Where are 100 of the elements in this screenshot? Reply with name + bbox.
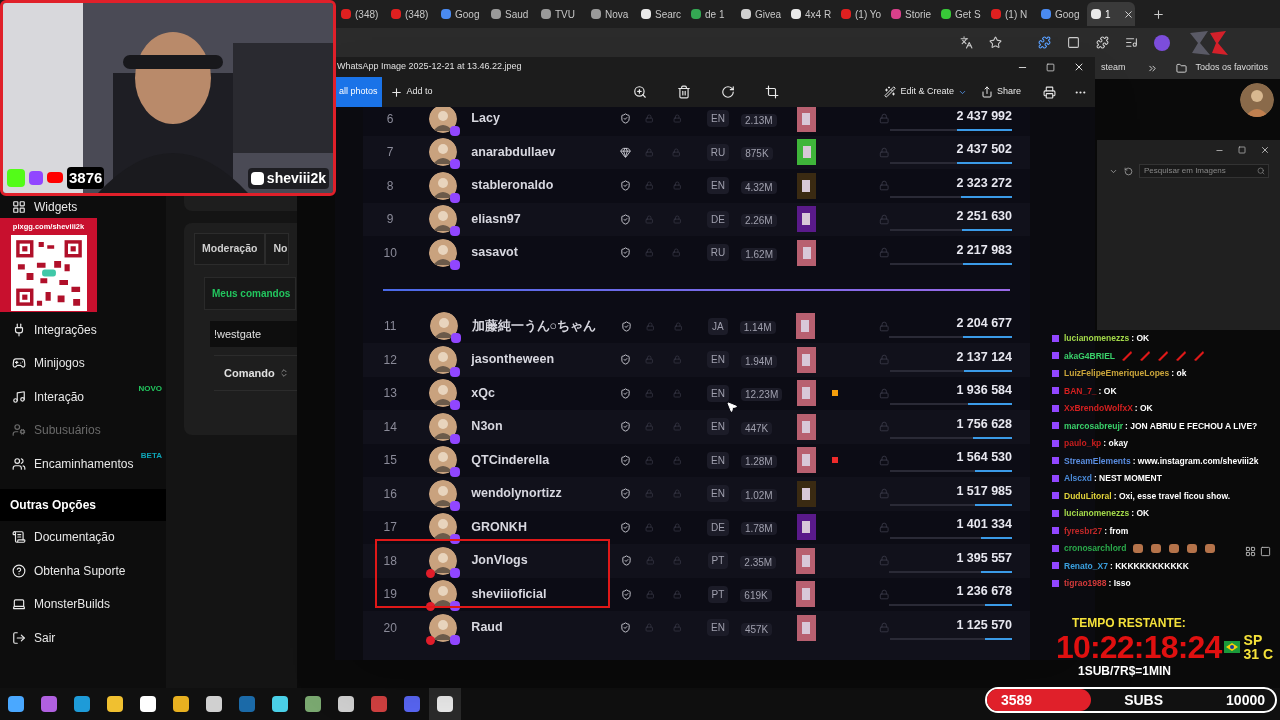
close-icon[interactable] (1073, 61, 1085, 73)
browser-tab[interactable]: Goog (437, 2, 485, 26)
twitch-badge-icon (450, 226, 461, 237)
follower-count: 2.13M (740, 113, 777, 127)
delete-icon[interactable] (676, 85, 691, 99)
sidebar-item[interactable]: MonsterBuilds (0, 587, 166, 621)
browser-tab[interactable]: Goog (1037, 2, 1085, 26)
score-value: 2 217 983 (956, 241, 1012, 259)
browser-tab[interactable]: Nova (587, 2, 635, 26)
browser-tab[interactable]: Givea (737, 2, 785, 26)
panel-tab[interactable]: No (265, 233, 290, 265)
media-icon[interactable] (1125, 36, 1138, 49)
sort-icon[interactable] (278, 368, 289, 378)
edit-create-button[interactable]: Edit & Create (884, 85, 967, 99)
crop-icon[interactable] (764, 85, 779, 99)
sidebar-item[interactable]: Integrações (0, 313, 166, 347)
close-icon[interactable] (1123, 8, 1134, 20)
language-tag: EN (707, 384, 729, 402)
lock-icon (645, 181, 654, 191)
add-to-button[interactable]: Add to (389, 85, 433, 99)
chat-badge-icon (1052, 562, 1059, 569)
panel-tab[interactable]: Moderação (194, 233, 266, 265)
browser-tab[interactable]: Saud (487, 2, 535, 26)
print-icon[interactable] (1043, 85, 1056, 99)
my-commands-button[interactable]: Meus comandos (204, 277, 296, 310)
browser-tab[interactable]: 4x4 R (787, 2, 835, 26)
plus-icon (389, 85, 403, 99)
rank-number: 7 (385, 144, 395, 162)
browser-tab[interactable]: (348) (387, 2, 435, 26)
share-button[interactable]: Share (980, 85, 1021, 99)
score-value: 2 137 124 (956, 348, 1012, 366)
browser-tab[interactable]: 1 (1087, 2, 1135, 26)
refresh-icon[interactable] (1124, 166, 1133, 176)
language-tag: EN (707, 418, 729, 436)
zoom-in-icon[interactable] (632, 85, 647, 99)
extension-icon[interactable] (1067, 36, 1080, 49)
close-icon[interactable] (1260, 145, 1270, 155)
browser-tab[interactable]: TVU (537, 2, 585, 26)
twitch-badge-icon (450, 125, 461, 136)
twitch-badge-icon (450, 534, 461, 545)
sidebar-item[interactable]: Obtenha Suporte (0, 554, 166, 588)
streamer-name: Lacy (471, 110, 501, 128)
language-tag: RU (706, 244, 730, 262)
lock-icon (879, 354, 890, 366)
lock-icon (672, 355, 681, 365)
extension-icon[interactable] (1038, 36, 1051, 49)
browser-tab[interactable]: (1) Yo (837, 2, 885, 26)
lock-icon (672, 522, 681, 532)
list-view-icon[interactable] (1245, 546, 1256, 557)
maximize-icon[interactable] (1238, 146, 1246, 154)
sidebar-item[interactable]: Widgets (0, 197, 166, 217)
command-input[interactable]: !westgate (210, 321, 297, 347)
bookmark-link[interactable]: Todos os favoritos (1195, 61, 1268, 75)
sidebar-item[interactable]: Sair (0, 621, 166, 655)
lock-icon (645, 489, 654, 499)
browser-tab[interactable]: Searc (637, 2, 685, 26)
maximize-icon[interactable] (1046, 62, 1055, 72)
search-field[interactable]: Pesquisar em Imagens (1139, 164, 1269, 178)
browser-tab[interactable]: Get S (937, 2, 985, 26)
bookmark-link[interactable]: steam (1100, 61, 1126, 75)
follower-count: 457K (740, 622, 773, 636)
browser-tab[interactable]: (1) N (987, 2, 1035, 26)
browser-tab[interactable]: Storie (887, 2, 935, 26)
tag-label: BETA (140, 450, 162, 462)
chat-message: : ok (1171, 367, 1187, 380)
chat-username: marcosabreujr (1064, 419, 1124, 433)
sidebar-item[interactable]: Encaminhamentos BETA (0, 447, 166, 481)
emote-icon (1150, 542, 1163, 554)
browser-tab[interactable]: (348) (337, 2, 385, 26)
scroll-icon (12, 530, 26, 545)
lock-icon (673, 556, 682, 566)
sidebar-item[interactable]: Documentação (0, 520, 166, 554)
window-icon[interactable] (1260, 546, 1271, 557)
new-tab-icon[interactable] (1152, 7, 1165, 21)
lock-icon (645, 455, 654, 465)
window-title: WhatsApp Image 2025-12-21 at 13.46.22.jpeg (337, 60, 522, 74)
streamer-name: 加藤純一うん○ちゃん (471, 317, 598, 335)
extensions-icon[interactable] (1096, 36, 1109, 49)
sidebar-item[interactable]: Interação NOVO (0, 380, 166, 414)
emote-icon (1139, 349, 1152, 362)
grid-icon (12, 200, 26, 214)
sidebar-item[interactable]: Minijogos (0, 346, 166, 380)
chat-badge-icon (1052, 352, 1059, 359)
score-value: 1 125 570 (956, 616, 1012, 634)
translate-icon[interactable] (960, 36, 973, 49)
language-tag: EN (707, 110, 729, 128)
streamer-name: wendolynortizz (471, 485, 563, 503)
lock-icon (672, 181, 681, 191)
back-to-photos-button[interactable]: all photos (335, 77, 382, 107)
shield-icon (620, 454, 632, 466)
rotate-icon[interactable] (720, 85, 735, 99)
gem-icon (620, 146, 632, 158)
profile-avatar[interactable] (1154, 34, 1170, 51)
lock-icon (878, 555, 890, 567)
lock-icon (646, 321, 655, 331)
photos-icon[interactable] (429, 688, 461, 720)
bookmark-star-icon[interactable] (989, 36, 1002, 49)
column-header[interactable]: Comando (224, 364, 275, 382)
browser-tab[interactable]: de 1 (687, 2, 735, 26)
twitch-badge-icon (450, 366, 461, 377)
